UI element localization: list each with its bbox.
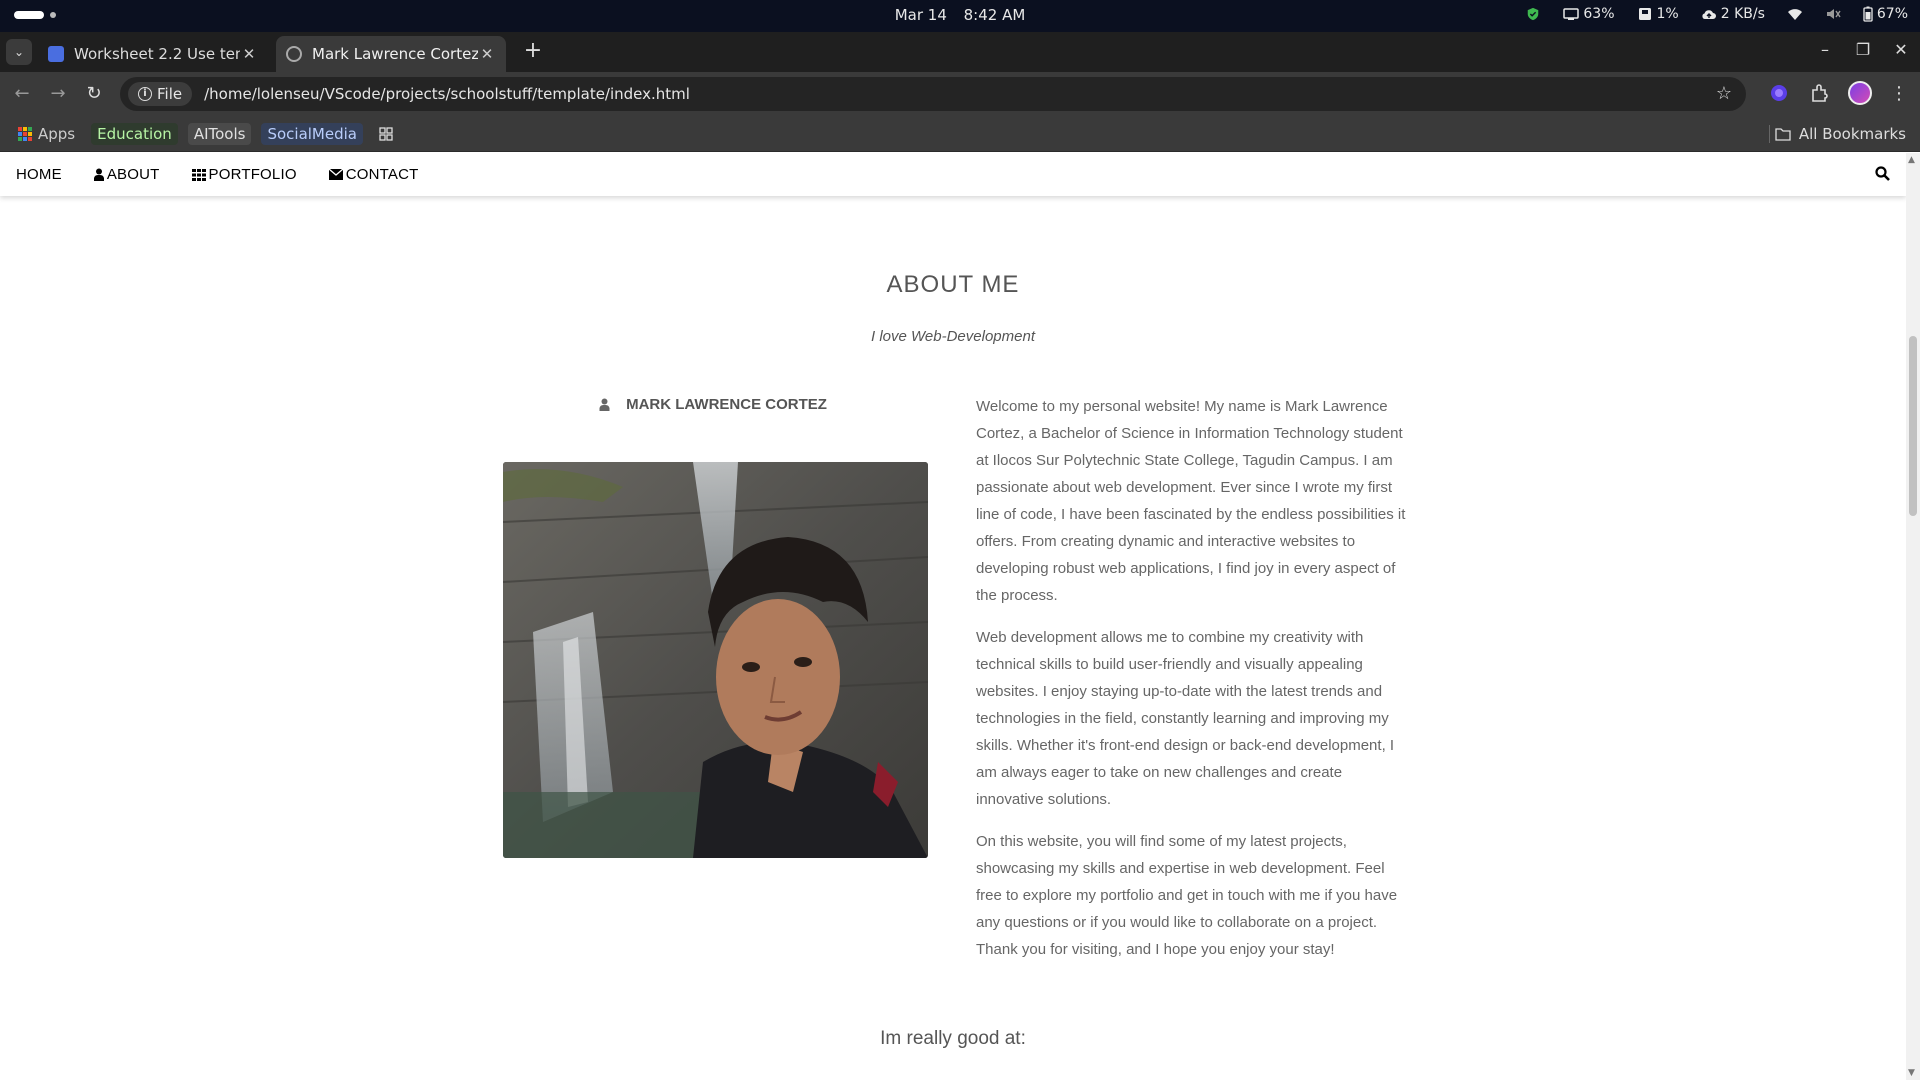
bookmark-aitools[interactable]: AITools — [187, 122, 252, 145]
browser-tabstrip: ⌄ Worksheet 2.2 Use temp ✕ Mark Lawrence… — [0, 32, 1920, 72]
bookmark-education[interactable]: Education — [91, 122, 178, 145]
address-bar[interactable]: i File /home/lolenseu/VScode/projects/sc… — [120, 77, 1746, 111]
clock-date: Mar 14 — [894, 6, 947, 24]
user-icon — [599, 398, 610, 411]
site-info-chip[interactable]: i File — [128, 82, 193, 106]
volume-muted-icon[interactable] — [1825, 7, 1841, 21]
nav-about-label: ABOUT — [106, 166, 160, 183]
os-top-bar: Mar 14 8:42 AM 63% 1% 2 KB/s 67% — [0, 0, 1920, 32]
bookmark-apps[interactable]: Apps — [12, 123, 81, 145]
nav-contact[interactable]: CONTACT — [313, 153, 435, 196]
scroll-up-icon[interactable]: ▲ — [1908, 155, 1915, 165]
system-tray[interactable]: 63% 1% 2 KB/s 67% — [1525, 6, 1908, 22]
bio-text: Welcome to my personal website! My name … — [976, 393, 1406, 978]
battery-indicator[interactable]: 67% — [1863, 6, 1908, 22]
profile-photo-image — [503, 462, 928, 858]
nav-home-label: HOME — [16, 166, 62, 183]
disk-value: 1% — [1656, 6, 1679, 22]
shield-icon[interactable] — [1525, 7, 1541, 21]
clock-time: 8:42 AM — [963, 6, 1026, 24]
scroll-down-icon[interactable]: ▼ — [1908, 1068, 1915, 1078]
tab-worksheet[interactable]: Worksheet 2.2 Use temp ✕ — [38, 36, 268, 72]
disk-indicator[interactable]: 1% — [1637, 6, 1679, 22]
search-icon[interactable] — [1875, 166, 1890, 185]
more-menu-icon[interactable]: ⋮ — [1890, 83, 1908, 104]
globe-favicon-icon — [286, 46, 302, 62]
th-grid-icon — [191, 168, 206, 181]
wifi-icon[interactable] — [1787, 7, 1803, 21]
info-icon: i — [138, 87, 152, 101]
disk-icon — [1638, 8, 1651, 20]
bookmarks-divider — [1769, 125, 1770, 143]
envelope-icon — [328, 169, 343, 180]
about-subtitle: I love Web-Development — [871, 328, 1035, 345]
window-controls: – ❐ ✕ — [1816, 40, 1910, 59]
new-tab-button[interactable]: + — [520, 39, 546, 65]
scrollbar-thumb[interactable] — [1909, 336, 1917, 516]
bio-paragraph-3: On this website, you will find some of m… — [976, 833, 1398, 958]
site-navbar: HOME ABOUT PORTFOLIO CONTACT — [0, 153, 1906, 196]
bookmark-label: Apps — [38, 124, 76, 143]
back-button[interactable]: ← — [10, 82, 34, 106]
reload-button[interactable]: ↻ — [82, 82, 106, 106]
close-window-icon[interactable]: ✕ — [1892, 40, 1910, 59]
cloud-upload-icon — [1702, 10, 1716, 19]
all-bookmarks-button[interactable]: All Bookmarks — [1775, 125, 1906, 143]
nav-portfolio[interactable]: PORTFOLIO — [176, 153, 313, 196]
forward-button[interactable]: → — [46, 82, 70, 106]
apps-grid-icon — [18, 126, 32, 141]
bio-paragraph-2: Web development allows me to combine my … — [976, 629, 1395, 808]
battery-value: 67% — [1876, 6, 1908, 22]
tab-title: Worksheet 2.2 Use temp — [74, 45, 240, 63]
skills-heading: Im really good at: — [880, 1028, 1026, 1049]
nav-home[interactable]: HOME — [0, 153, 78, 196]
battery-icon — [1863, 6, 1873, 22]
bookmark-socialmedia[interactable]: SocialMedia — [261, 122, 363, 145]
bio-paragraph-1: Welcome to my personal website! My name … — [976, 398, 1406, 604]
tab-groups-icon[interactable] — [373, 125, 399, 143]
cpu-value: 63% — [1583, 6, 1615, 22]
browser-toolbar: ← → ↻ i File /home/lolenseu/VScode/proje… — [0, 72, 1920, 116]
web-page: HOME ABOUT PORTFOLIO CONTACT ABOUT ME I … — [0, 153, 1906, 1080]
site-info-label: File — [157, 85, 183, 103]
extension-app-icon[interactable] — [1768, 82, 1790, 104]
author-name-row: MARK LAWRENCE CORTEZ — [503, 396, 923, 413]
bookmark-star-icon[interactable]: ☆ — [1716, 83, 1732, 104]
tab-search-button[interactable]: ⌄ — [6, 39, 32, 65]
minimize-icon[interactable]: – — [1816, 40, 1834, 59]
nav-about[interactable]: ABOUT — [78, 153, 176, 196]
page-scrollbar[interactable]: ▲ ▼ — [1906, 153, 1920, 1080]
close-tab-icon[interactable]: ✕ — [478, 45, 496, 63]
tab-mark-lawrence-cortez[interactable]: Mark Lawrence Cortez ✕ — [276, 36, 506, 72]
network-speed-indicator[interactable]: 2 KB/s — [1701, 6, 1765, 22]
network-speed-value: 2 KB/s — [1720, 6, 1765, 22]
tab-title: Mark Lawrence Cortez — [312, 45, 478, 63]
cpu-indicator[interactable]: 63% — [1563, 6, 1615, 22]
author-name: MARK LAWRENCE CORTEZ — [626, 396, 827, 413]
close-tab-icon[interactable]: ✕ — [240, 45, 258, 63]
bookmarks-bar: Apps Education AITools SocialMedia All B… — [0, 116, 1920, 152]
restore-icon[interactable]: ❐ — [1854, 40, 1872, 59]
cpu-icon — [1563, 8, 1580, 20]
nav-contact-label: CONTACT — [345, 166, 419, 183]
google-classroom-favicon-icon — [48, 46, 64, 62]
folder-icon — [1775, 128, 1791, 141]
url-text[interactable]: /home/lolenseu/VScode/projects/schoolstu… — [204, 85, 690, 103]
chevron-down-icon: ⌄ — [13, 45, 25, 59]
puzzle-extensions-icon[interactable] — [1808, 82, 1830, 104]
about-heading: ABOUT ME — [886, 271, 1020, 298]
user-icon — [93, 168, 104, 181]
all-bookmarks-label: All Bookmarks — [1798, 125, 1906, 143]
nav-portfolio-label: PORTFOLIO — [208, 166, 297, 183]
profile-avatar[interactable] — [1848, 81, 1872, 105]
profile-photo — [503, 462, 928, 858]
toolbar-right: ⋮ — [1768, 81, 1908, 105]
